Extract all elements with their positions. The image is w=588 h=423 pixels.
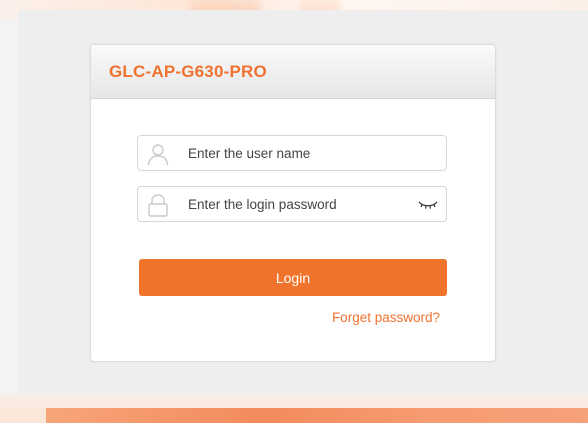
username-input[interactable] <box>188 136 418 170</box>
password-input[interactable] <box>188 187 418 221</box>
bottom-accent-bar <box>46 408 588 423</box>
password-field[interactable] <box>137 186 447 222</box>
eye-closed-icon[interactable] <box>418 198 438 210</box>
bottom-fade <box>0 393 588 408</box>
device-title: GLC-AP-G630-PRO <box>109 62 267 81</box>
login-button[interactable]: Login <box>139 259 447 296</box>
forget-password-link[interactable]: Forget password? <box>332 310 440 325</box>
user-icon <box>146 142 170 166</box>
username-field[interactable] <box>137 135 447 171</box>
bottom-left-accent <box>0 408 46 423</box>
card-header: GLC-AP-G630-PRO <box>91 45 495 99</box>
login-card: GLC-AP-G630-PRO L <box>90 44 496 362</box>
lock-icon <box>146 193 170 217</box>
